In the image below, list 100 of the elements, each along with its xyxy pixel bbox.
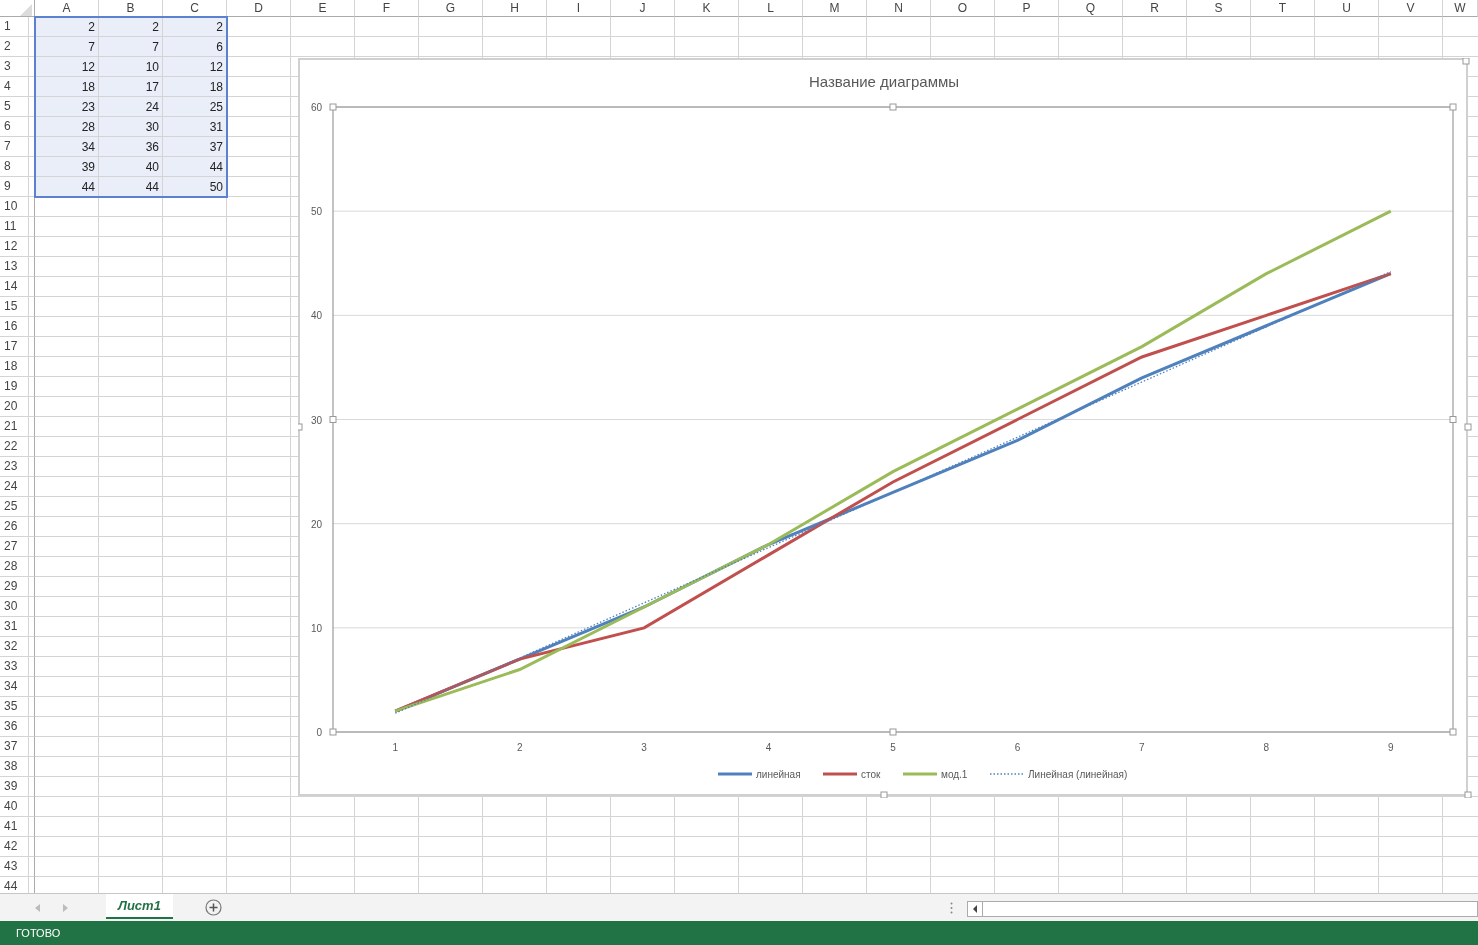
legend-label[interactable]: сток bbox=[861, 769, 881, 780]
row-header[interactable]: 20 bbox=[0, 397, 35, 417]
table-cell[interactable]: 18 bbox=[163, 77, 227, 97]
column-header[interactable]: J bbox=[611, 0, 675, 17]
row-header[interactable]: 11 bbox=[0, 217, 35, 237]
row-header[interactable]: 29 bbox=[0, 577, 35, 597]
row-header[interactable]: 30 bbox=[0, 597, 35, 617]
table-cell[interactable]: 7 bbox=[99, 37, 163, 57]
column-header[interactable]: S bbox=[1187, 0, 1251, 17]
column-header[interactable]: U bbox=[1315, 0, 1379, 17]
row-header[interactable]: 15 bbox=[0, 297, 35, 317]
table-cell[interactable]: 6 bbox=[163, 37, 227, 57]
row-header[interactable]: 37 bbox=[0, 737, 35, 757]
column-header[interactable]: P bbox=[995, 0, 1059, 17]
resize-handle[interactable] bbox=[1449, 728, 1457, 736]
row-header[interactable]: 31 bbox=[0, 617, 35, 637]
resize-handle[interactable] bbox=[1449, 103, 1457, 111]
column-header[interactable]: D bbox=[227, 0, 291, 17]
row-header[interactable]: 34 bbox=[0, 677, 35, 697]
row-header[interactable]: 16 bbox=[0, 317, 35, 337]
sheet-tab[interactable]: Лист1 bbox=[106, 894, 173, 919]
legend-label[interactable]: линейная bbox=[756, 769, 801, 780]
add-sheet-icon[interactable] bbox=[204, 899, 222, 916]
row-header[interactable]: 9 bbox=[0, 177, 35, 197]
column-header[interactable]: M bbox=[803, 0, 867, 17]
chart-area[interactable] bbox=[298, 58, 1468, 796]
row-header[interactable]: 14 bbox=[0, 277, 35, 297]
resize-handle[interactable] bbox=[329, 416, 337, 423]
resize-handle[interactable] bbox=[329, 728, 337, 736]
row-header[interactable]: 10 bbox=[0, 197, 35, 217]
table-cell[interactable]: 18 bbox=[35, 77, 99, 97]
chart-title[interactable]: Название диаграммы bbox=[808, 73, 960, 90]
table-cell[interactable]: 12 bbox=[35, 57, 99, 77]
resize-handle[interactable] bbox=[1462, 58, 1470, 65]
row-header[interactable]: 8 bbox=[0, 157, 35, 177]
column-header[interactable]: Q bbox=[1059, 0, 1123, 17]
table-cell[interactable]: 28 bbox=[35, 117, 99, 137]
table-cell[interactable]: 7 bbox=[35, 37, 99, 57]
row-header[interactable]: 7 bbox=[0, 137, 35, 157]
column-header[interactable]: W bbox=[1443, 0, 1478, 17]
row-header[interactable]: 28 bbox=[0, 557, 35, 577]
row-header[interactable]: 26 bbox=[0, 517, 35, 537]
row-header[interactable]: 17 bbox=[0, 337, 35, 357]
column-header[interactable]: H bbox=[483, 0, 547, 17]
column-header[interactable]: F bbox=[355, 0, 419, 17]
table-cell[interactable]: 40 bbox=[99, 157, 163, 177]
table-cell[interactable]: 30 bbox=[99, 117, 163, 137]
row-header[interactable]: 18 bbox=[0, 357, 35, 377]
resize-handle[interactable] bbox=[889, 103, 897, 111]
scroll-right-icon[interactable] bbox=[63, 904, 69, 912]
row-header[interactable]: 41 bbox=[0, 817, 35, 837]
row-header[interactable]: 21 bbox=[0, 417, 35, 437]
table-cell[interactable]: 44 bbox=[99, 177, 163, 197]
legend-label[interactable]: мод.1 bbox=[941, 769, 968, 780]
table-cell[interactable]: 34 bbox=[35, 137, 99, 157]
table-cell[interactable]: 24 bbox=[99, 97, 163, 117]
horizontal-scrollbar[interactable] bbox=[966, 901, 1478, 917]
row-header[interactable]: 13 bbox=[0, 257, 35, 277]
column-header[interactable]: T bbox=[1251, 0, 1315, 17]
table-cell[interactable]: 17 bbox=[99, 77, 163, 97]
row-header[interactable]: 33 bbox=[0, 657, 35, 677]
row-header[interactable]: 38 bbox=[0, 757, 35, 777]
splitter-handle-icon[interactable] bbox=[949, 902, 953, 914]
row-header[interactable]: 25 bbox=[0, 497, 35, 517]
column-header[interactable]: R bbox=[1123, 0, 1187, 17]
row-header[interactable]: 23 bbox=[0, 457, 35, 477]
table-cell[interactable]: 37 bbox=[163, 137, 227, 157]
row-header[interactable]: 39 bbox=[0, 777, 35, 797]
column-header[interactable]: L bbox=[739, 0, 803, 17]
row-header[interactable]: 3 bbox=[0, 57, 35, 77]
column-header[interactable]: O bbox=[931, 0, 995, 17]
resize-handle[interactable] bbox=[329, 103, 337, 111]
row-header[interactable]: 2 bbox=[0, 37, 35, 57]
row-header[interactable]: 35 bbox=[0, 697, 35, 717]
row-header[interactable]: 4 bbox=[0, 77, 35, 97]
row-header[interactable]: 1 bbox=[0, 17, 35, 37]
column-header[interactable]: V bbox=[1379, 0, 1443, 17]
row-header[interactable]: 42 bbox=[0, 837, 35, 857]
row-header[interactable]: 27 bbox=[0, 537, 35, 557]
table-cell[interactable]: 10 bbox=[99, 57, 163, 77]
table-cell[interactable]: 36 bbox=[99, 137, 163, 157]
row-header[interactable]: 22 bbox=[0, 437, 35, 457]
row-header[interactable]: 12 bbox=[0, 237, 35, 257]
column-header[interactable]: K bbox=[675, 0, 739, 17]
table-cell[interactable]: 2 bbox=[99, 17, 163, 37]
resize-handle[interactable] bbox=[298, 423, 303, 431]
column-header[interactable]: I bbox=[547, 0, 611, 17]
table-cell[interactable]: 12 bbox=[163, 57, 227, 77]
column-header[interactable]: G bbox=[419, 0, 483, 17]
row-header[interactable]: 36 bbox=[0, 717, 35, 737]
resize-handle[interactable] bbox=[880, 791, 888, 798]
table-cell[interactable]: 50 bbox=[163, 177, 227, 197]
legend-label[interactable]: Линейная (линейная) bbox=[1028, 769, 1128, 780]
resize-handle[interactable] bbox=[889, 728, 897, 736]
row-header[interactable]: 32 bbox=[0, 637, 35, 657]
row-header[interactable]: 5 bbox=[0, 97, 35, 117]
row-header[interactable]: 19 bbox=[0, 377, 35, 397]
table-cell[interactable]: 25 bbox=[163, 97, 227, 117]
resize-handle[interactable] bbox=[1464, 791, 1472, 798]
select-all-icon[interactable] bbox=[20, 4, 32, 17]
